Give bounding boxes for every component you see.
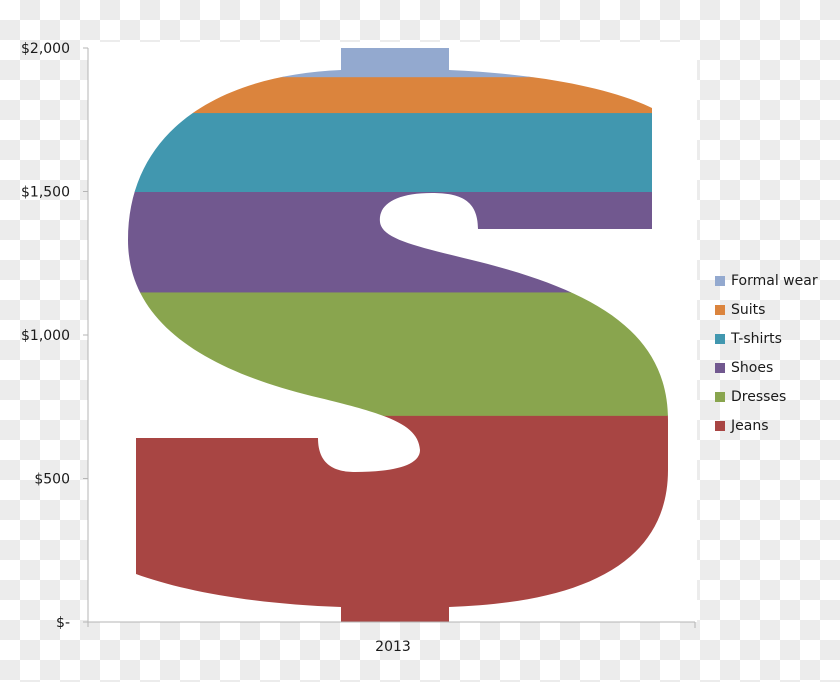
- legend-swatch: [715, 275, 725, 286]
- legend-item-t-shirts: T-shirts: [715, 324, 818, 353]
- legend-label: Dresses: [731, 388, 787, 405]
- bar-segment-t-shirts: [128, 112, 668, 192]
- y-tick-label: $500: [34, 472, 70, 488]
- x-tick-label: 2013: [375, 639, 411, 655]
- legend: Formal wear Suits T-shirts Shoes Dresses…: [715, 266, 818, 440]
- legend-item-suits: Suits: [715, 295, 818, 324]
- legend-label: Formal wear: [731, 272, 818, 289]
- legend-item-formal-wear: Formal wear: [715, 266, 818, 295]
- legend-item-shoes: Shoes: [715, 353, 818, 382]
- stacked-dollar-chart: $- $500 $1,000 $1,500 $2,000 2013: [21, 41, 697, 655]
- legend-label: Suits: [731, 301, 766, 318]
- legend-swatch: [715, 362, 725, 373]
- y-tick-label: $-: [56, 615, 70, 631]
- legend-swatch: [715, 420, 725, 431]
- y-tick-label: $1,500: [21, 185, 70, 201]
- legend-swatch: [715, 391, 725, 402]
- legend-label: T-shirts: [731, 330, 782, 347]
- y-tick-label: $1,000: [21, 328, 70, 344]
- legend-item-jeans: Jeans: [715, 411, 818, 440]
- y-tick-label: $2,000: [21, 41, 70, 57]
- legend-swatch: [715, 304, 725, 315]
- legend-item-dresses: Dresses: [715, 382, 818, 411]
- legend-label: Shoes: [731, 359, 774, 376]
- legend-label: Jeans: [731, 417, 769, 434]
- legend-swatch: [715, 333, 725, 344]
